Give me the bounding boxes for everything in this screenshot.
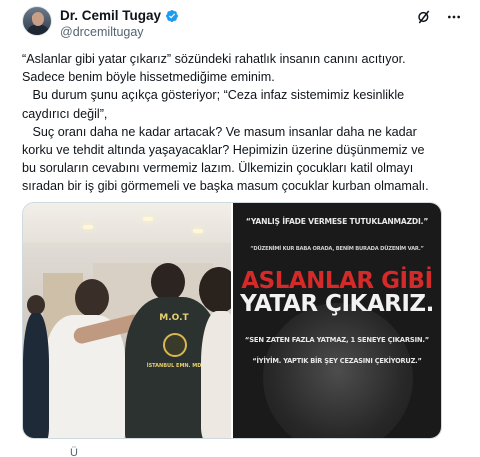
graphic-quote-3: “SEN ZATEN FAZLA YATMAZ, 1 SENEYE ÇIKARS… xyxy=(244,336,430,344)
graphic-headline-line1: ASLANLAR GİBİ xyxy=(241,268,433,294)
tweet-paragraph: Suç oranı daha ne kadar artacak? Ve masu… xyxy=(22,124,429,194)
author-display-name[interactable]: Dr. Cemil Tugay xyxy=(60,8,161,23)
tweet-top-actions xyxy=(414,7,464,27)
media-photo-police-escort[interactable]: M.O.T İSTANBUL EMN. MD. xyxy=(23,203,231,438)
next-tweet-peek: Ü xyxy=(0,446,480,457)
more-options-icon[interactable] xyxy=(444,7,464,27)
graphic-headline-line2: YATAR ÇIKARIZ. xyxy=(240,291,434,317)
author-handle[interactable]: @drcemiltugay xyxy=(60,25,144,39)
police-badge-emblem xyxy=(163,333,187,357)
verified-badge-icon xyxy=(166,9,179,22)
graphic-quote-4: “İYİYİM. YAPTIK BİR ŞEY CEZASINI ÇEKİYOR… xyxy=(252,357,422,365)
graphic-quote-2: “DÜZENİMİ KUR BABA ORADA, BENİM BURADA D… xyxy=(250,246,424,252)
tweet-paragraph: Bu durum şunu açıkça gösteriyor; “Ceza i… xyxy=(22,88,405,121)
tweet-media-grid: M.O.T İSTANBUL EMN. MD. “YANLIŞ İFADE VE… xyxy=(22,202,442,439)
tweet-text: “Aslanlar gibi yatar çıkarız” sözündeki … xyxy=(22,50,462,196)
grok-icon[interactable] xyxy=(414,7,434,27)
author-name-row: Dr. Cemil Tugay xyxy=(60,8,179,23)
media-graphic-quotes[interactable]: “YANLIŞ İFADE VERMESE TUTUKLANMAZDI.” “D… xyxy=(233,203,441,438)
vest-subtext: İSTANBUL EMN. MD. xyxy=(146,363,204,369)
tweet-card: Dr. Cemil Tugay @drcemiltugay “Aslanlar … xyxy=(0,0,480,457)
author-avatar[interactable] xyxy=(22,6,52,36)
next-tweet-peek-text: Ü xyxy=(70,447,78,457)
vest-text: M.O.T xyxy=(159,313,189,323)
tweet-paragraph: “Aslanlar gibi yatar çıkarız” sözündeki … xyxy=(22,52,406,85)
graphic-quote-1: “YANLIŞ İFADE VERMESE TUTUKLANMAZDI.” xyxy=(245,217,429,226)
